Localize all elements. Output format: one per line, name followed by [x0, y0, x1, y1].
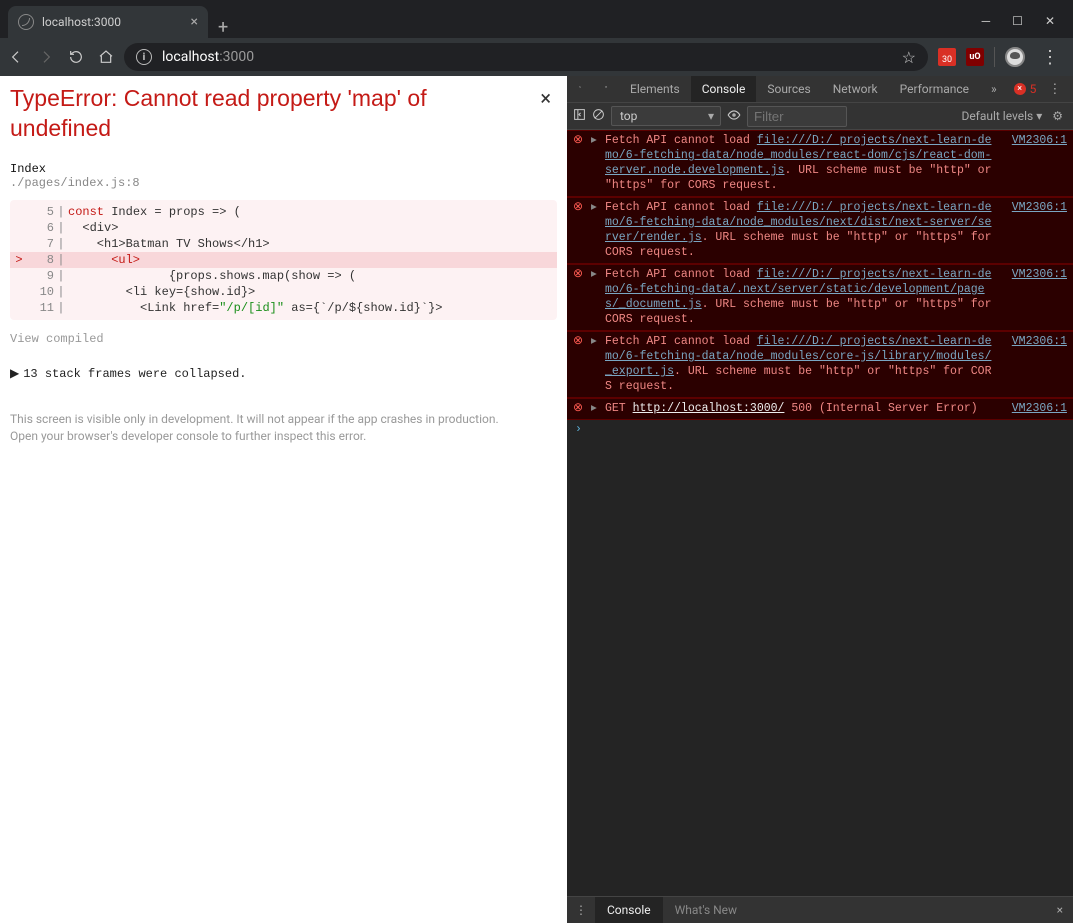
code-line: 11| <Link href="/p/[id]" as={`/p/${show.… — [10, 300, 557, 316]
code-line: 6| <div> — [10, 220, 557, 236]
console-output[interactable]: ▸Fetch API cannot load file:///D:/ proje… — [567, 130, 1073, 896]
log-levels-select[interactable]: Default levels ▾ — [961, 109, 1042, 123]
console-error-message[interactable]: ▸Fetch API cannot load file:///D:/ proje… — [567, 197, 1073, 264]
dev-only-note: This screen is visible only in developme… — [10, 411, 557, 428]
toolbar-divider — [994, 47, 995, 67]
window-controls: ─ ☐ ✕ — [982, 14, 1073, 38]
error-indicator-icon[interactable]: × — [1014, 83, 1026, 95]
collapsed-frames[interactable]: ▶13 stack frames were collapsed. — [10, 366, 557, 381]
devtools-tab-elements[interactable]: Elements — [619, 76, 691, 102]
live-expression-icon[interactable] — [727, 108, 741, 125]
device-toggle-icon[interactable] — [593, 80, 619, 98]
bookmark-icon[interactable]: ☆ — [902, 48, 916, 67]
message-source-link[interactable]: VM2306:1 — [1012, 200, 1067, 260]
devtools-tabbar: ElementsConsoleSourcesNetworkPerformance… — [567, 76, 1073, 103]
maximize-icon[interactable]: ☐ — [1012, 14, 1023, 28]
error-component: Index — [10, 162, 557, 176]
console-settings-icon[interactable]: ⚙ — [1048, 109, 1067, 123]
console-prompt[interactable]: › — [567, 420, 1073, 439]
view-compiled-link[interactable]: View compiled — [10, 332, 557, 346]
url-domain: localhost — [162, 49, 219, 65]
drawer-tab-console[interactable]: Console — [595, 897, 663, 923]
error-count[interactable]: 5 — [1030, 82, 1037, 96]
console-toolbar: top Default levels ▾ ⚙ — [567, 103, 1073, 130]
devtools-tab-console[interactable]: Console — [691, 76, 757, 102]
code-line: 7| <h1>Batman TV Shows</h1> — [10, 236, 557, 252]
inspect-icon[interactable] — [567, 80, 593, 98]
browser-tab[interactable]: localhost:3000 × — [8, 6, 208, 38]
message-source-link[interactable]: VM2306:1 — [1012, 133, 1067, 193]
code-line: 10| <li key={show.id}> — [10, 284, 557, 300]
error-close-icon[interactable]: × — [534, 84, 557, 112]
code-snippet: 5|const Index = props => (6| <div>7| <h1… — [10, 200, 557, 320]
drawer-close-icon[interactable]: × — [1047, 903, 1073, 917]
minimize-icon[interactable]: ─ — [982, 14, 991, 28]
devtools-tab-sources[interactable]: Sources — [756, 76, 821, 102]
close-window-icon[interactable]: ✕ — [1045, 14, 1055, 28]
calendar-extension-icon[interactable]: 30 — [938, 48, 956, 66]
console-filter-input[interactable] — [747, 106, 847, 127]
drawer-tab-whatsnew[interactable]: What's New — [663, 897, 749, 923]
error-file: ./pages/index.js:8 — [10, 176, 557, 190]
forward-icon — [38, 49, 54, 65]
new-tab-button[interactable]: + — [208, 17, 238, 38]
code-line: >8| <ul> — [10, 252, 557, 268]
console-error-message[interactable]: ▸Fetch API cannot load file:///D:/ proje… — [567, 264, 1073, 331]
home-icon[interactable] — [98, 49, 114, 65]
url-path: :3000 — [219, 49, 254, 65]
error-overlay: TypeError: Cannot read property 'map' of… — [0, 76, 567, 923]
browser-menu-icon[interactable]: ⋮ — [1035, 47, 1065, 68]
console-sidebar-toggle-icon[interactable] — [573, 108, 586, 124]
site-info-icon[interactable]: i — [136, 49, 152, 65]
ublock-extension-icon[interactable]: uO — [966, 48, 984, 66]
back-icon[interactable] — [8, 49, 24, 65]
drawer-menu-icon[interactable]: ⋮ — [567, 903, 595, 917]
globe-icon — [18, 14, 34, 30]
code-line: 5|const Index = props => ( — [10, 204, 557, 220]
console-error-message[interactable]: ▸GET http://localhost:3000/ 500 (Interna… — [567, 398, 1073, 420]
message-source-link[interactable]: VM2306:1 — [1012, 401, 1067, 416]
devtools-more-tabs[interactable]: » — [980, 76, 1008, 102]
reload-icon[interactable] — [68, 49, 84, 65]
profile-avatar-icon[interactable] — [1005, 47, 1025, 67]
message-source-link[interactable]: VM2306:1 — [1012, 334, 1067, 394]
devtools-close-icon[interactable]: × — [1067, 82, 1073, 97]
window-titlebar: localhost:3000 × + ─ ☐ ✕ — [0, 0, 1073, 38]
console-error-message[interactable]: ▸Fetch API cannot load file:///D:/ proje… — [567, 331, 1073, 398]
devtools-tab-performance[interactable]: Performance — [889, 76, 980, 102]
devtools-menu-icon[interactable]: ⋮ — [1042, 82, 1067, 97]
message-source-link[interactable]: VM2306:1 — [1012, 267, 1067, 327]
console-error-message[interactable]: ▸Fetch API cannot load file:///D:/ proje… — [567, 130, 1073, 197]
tab-title: localhost:3000 — [42, 15, 121, 29]
error-title: TypeError: Cannot read property 'map' of… — [10, 84, 524, 144]
code-line: 9| {props.shows.map(show => ( — [10, 268, 557, 284]
devtools-panel: ElementsConsoleSourcesNetworkPerformance… — [567, 76, 1073, 923]
omnibox[interactable]: i localhost:3000 ☆ — [124, 43, 928, 71]
devtools-tab-network[interactable]: Network — [822, 76, 889, 102]
open-console-note: Open your browser's developer console to… — [10, 428, 557, 445]
address-bar: i localhost:3000 ☆ 30 uO ⋮ — [0, 38, 1073, 76]
clear-console-icon[interactable] — [592, 108, 605, 124]
tab-close-icon[interactable]: × — [191, 14, 198, 30]
execution-context-select[interactable]: top — [611, 106, 721, 126]
devtools-drawer: ⋮ Console What's New × — [567, 896, 1073, 923]
